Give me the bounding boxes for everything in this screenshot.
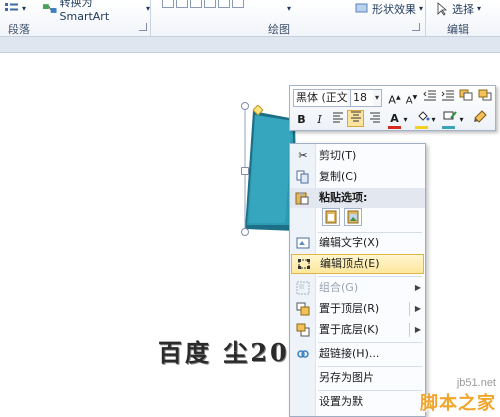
- grow-font-icon[interactable]: A▲: [386, 89, 403, 107]
- menu-separator: [318, 390, 422, 391]
- group-divider: [150, 0, 151, 36]
- drawing-launcher-icon[interactable]: [412, 23, 420, 31]
- increase-indent-icon[interactable]: [439, 89, 456, 106]
- select-button[interactable]: 选择 ▾: [434, 0, 484, 17]
- menu-item-copy[interactable]: 复制(C): [291, 167, 424, 187]
- watermark: jb51.net 脚本之家: [420, 377, 496, 415]
- list-button[interactable]: ▾: [4, 0, 34, 17]
- menu-item-label: 剪切(T): [319, 149, 357, 162]
- menu-item-bring-to-front[interactable]: 置于顶层(R) ▶: [291, 299, 424, 319]
- chevron-down-icon: ▾: [419, 4, 424, 13]
- decrease-indent-icon[interactable]: [421, 89, 438, 106]
- shrink-font-icon[interactable]: A▼: [403, 89, 420, 106]
- send-backward-icon[interactable]: [476, 89, 493, 106]
- chevron-down-icon: ▾: [22, 4, 27, 13]
- paste-option-picture-icon[interactable]: [344, 208, 362, 226]
- outline-color-bar: [442, 126, 455, 129]
- chevron-down-icon[interactable]: ▾: [429, 111, 438, 128]
- send-to-back-icon: [296, 323, 310, 337]
- paste-option-keep-source-icon[interactable]: [322, 208, 340, 226]
- align-left-icon[interactable]: [329, 111, 346, 128]
- menu-separator: [318, 366, 422, 367]
- context-menu: ✂ 剪切(T) 复制(C) 粘贴选项: 编辑文字(X) 编辑顶点(E) 组合(G…: [289, 143, 426, 417]
- menu-item-label: 超链接(H)...: [319, 347, 380, 360]
- font-color-bar: [388, 126, 401, 129]
- resize-handle[interactable]: [241, 167, 249, 175]
- size-dropdown-arrow[interactable]: ▾: [373, 89, 382, 107]
- menu-item-send-to-back[interactable]: 置于底层(K) ▶: [291, 320, 424, 340]
- menu-item-label: 粘贴选项:: [319, 191, 368, 204]
- align-center-icon[interactable]: [347, 110, 364, 127]
- split-divider: [409, 302, 410, 316]
- bring-forward-icon[interactable]: [457, 89, 474, 106]
- slide-area-border: [0, 37, 500, 53]
- smartart-icon: [42, 3, 57, 13]
- bring-to-front-icon: [296, 302, 310, 316]
- chevron-down-icon[interactable]: ▾: [457, 111, 466, 128]
- copy-icon: [296, 170, 310, 184]
- menu-item-hyperlink[interactable]: 超链接(H)...: [291, 344, 424, 364]
- chevron-down-icon: ▾: [477, 4, 482, 13]
- mini-toolbar: 黑体 (正文 18 ▾ A▲ A▼ B I A ▾ ▾ ▾: [289, 85, 496, 131]
- paragraph-launcher-icon[interactable]: [139, 23, 147, 31]
- menu-item-save-as-picture[interactable]: 另存为图片: [291, 368, 424, 388]
- menu-separator: [318, 342, 422, 343]
- list-icon: [5, 2, 18, 11]
- align-right-icon[interactable]: [366, 111, 383, 128]
- menu-separator: [318, 276, 422, 277]
- menu-item-label: 置于底层(K): [319, 323, 379, 336]
- split-divider: [409, 323, 410, 337]
- shape-effects-label: 形状效果: [372, 2, 416, 16]
- group-icon: [296, 281, 310, 295]
- resize-handle[interactable]: [241, 102, 249, 110]
- submenu-arrow-icon[interactable]: ▶: [415, 299, 421, 319]
- smartart-button[interactable]: 转换为 SmartArt ▾: [42, 0, 150, 23]
- outline-color-icon[interactable]: [441, 110, 458, 127]
- menu-item-label: 置于顶层(R): [319, 302, 380, 315]
- menu-item-label: 复制(C): [319, 170, 358, 183]
- submenu-arrow-icon: ▶: [414, 283, 421, 292]
- edit-text-icon: [296, 236, 310, 250]
- bold-button[interactable]: B: [293, 111, 310, 128]
- chevron-down-icon[interactable]: ▾: [401, 111, 410, 128]
- scissors-icon: ✂: [298, 149, 308, 162]
- group-label-drawing: 绘图: [268, 23, 290, 36]
- paste-icon: [295, 191, 309, 205]
- fill-color-bar: [415, 126, 428, 129]
- select-label: 选择: [452, 2, 474, 16]
- group-label-paragraph: 段落: [8, 23, 30, 36]
- menu-header-paste-options: 粘贴选项:: [290, 188, 425, 208]
- resize-handle[interactable]: [241, 228, 249, 236]
- shape-effects-button[interactable]: 形状效果 ▾: [354, 0, 426, 17]
- watermark-name: 脚本之家: [420, 393, 496, 414]
- group-label-editing: 编辑: [447, 23, 469, 36]
- menu-item-label: 编辑文字(X): [319, 236, 380, 249]
- edit-points-icon: [297, 257, 311, 271]
- shape-effects-icon: [355, 3, 368, 12]
- group-divider: [425, 0, 426, 36]
- italic-button[interactable]: I: [311, 111, 328, 128]
- menu-item-label: 另存为图片: [319, 371, 374, 384]
- font-size-input[interactable]: 18: [350, 89, 374, 107]
- watermark-url: jb51.net: [456, 377, 496, 389]
- shape-gallery[interactable]: [162, 0, 244, 9]
- font-name-input[interactable]: 黑体 (正文: [293, 89, 348, 107]
- menu-item-group[interactable]: 组合(G) ▶: [291, 278, 424, 298]
- menu-item-label: 编辑顶点(E): [320, 257, 380, 270]
- menu-item-label: 设置为默: [319, 395, 363, 408]
- menu-item-set-default[interactable]: 设置为默: [291, 392, 424, 412]
- cursor-icon: [437, 1, 448, 16]
- menu-item-cut[interactable]: ✂ 剪切(T): [291, 146, 424, 166]
- menu-item-edit-text[interactable]: 编辑文字(X): [291, 233, 424, 253]
- menu-item-label: 组合(G): [319, 281, 359, 294]
- submenu-arrow-icon[interactable]: ▶: [415, 320, 421, 340]
- gallery-more-button[interactable]: ▾: [287, 0, 297, 17]
- format-painter-icon[interactable]: [471, 110, 488, 127]
- hyperlink-icon: [296, 347, 310, 361]
- menu-item-edit-points[interactable]: 编辑顶点(E): [291, 254, 424, 274]
- ribbon: ▾ 转换为 SmartArt ▾ ▾ 形状效果 ▾ 选择 ▾ 段落 绘图 编辑: [0, 0, 500, 37]
